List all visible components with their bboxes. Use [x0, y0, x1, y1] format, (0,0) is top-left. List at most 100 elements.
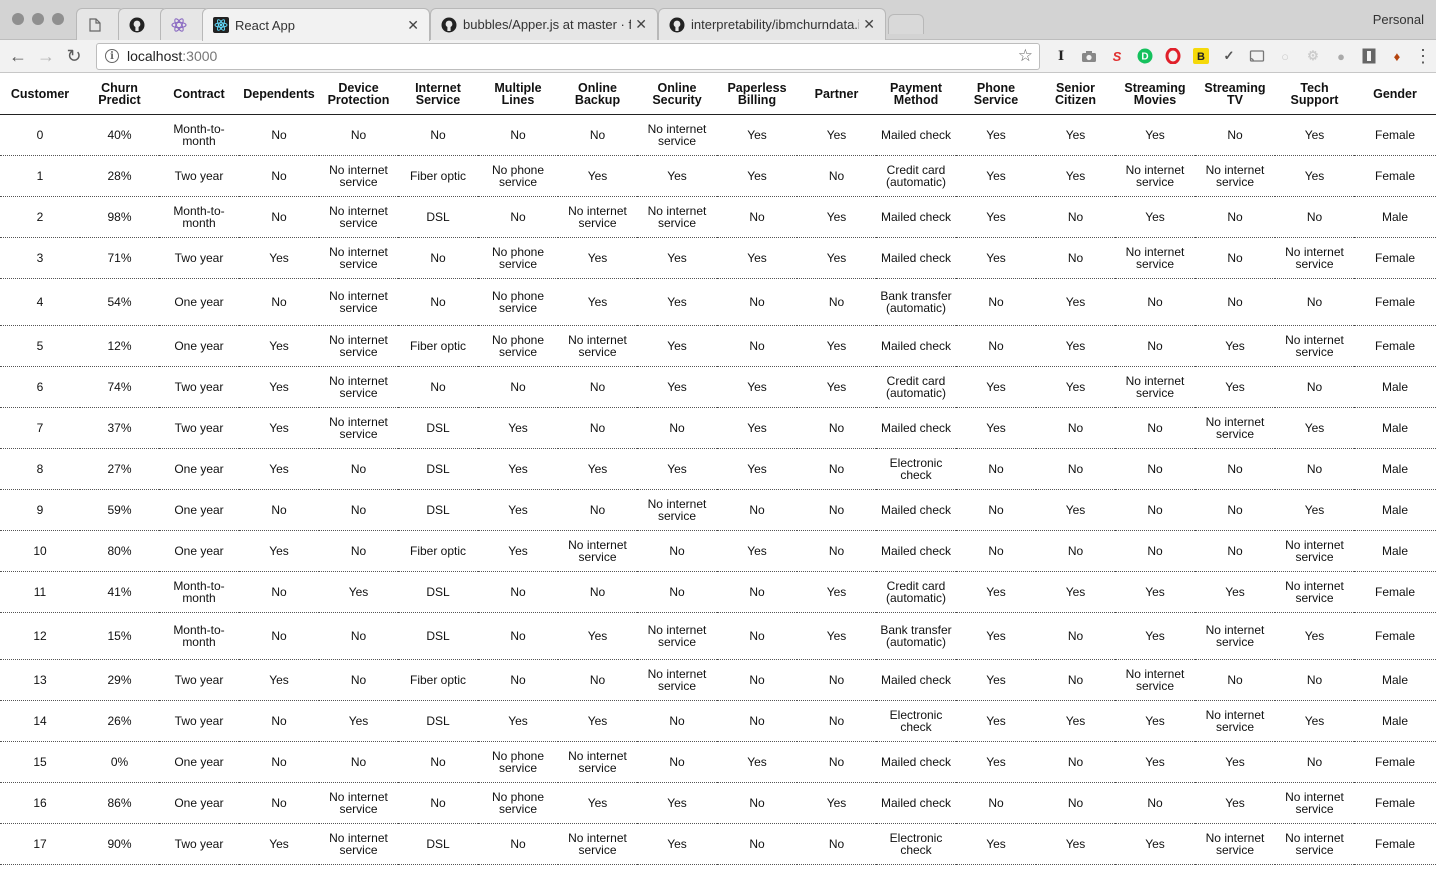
table-cell: 80%: [80, 530, 159, 572]
tab-interpretability[interactable]: interpretability/ibmchurndata.i ✕: [658, 8, 886, 40]
table-cell: Fiber optic: [398, 155, 478, 197]
table-row: 1 28% Two year No No internet service Fiber o…: [0, 155, 1436, 197]
table-cell: No: [319, 530, 398, 572]
minimize-window-button[interactable]: [32, 13, 44, 25]
close-tab-icon[interactable]: ✕: [863, 16, 875, 33]
table-cell: Yes: [717, 530, 797, 572]
table-cell: No internet service: [637, 114, 717, 156]
table-cell: No: [1115, 530, 1195, 572]
camera-icon[interactable]: [1078, 45, 1100, 67]
column-header: Streaming Movies: [1115, 74, 1195, 115]
table-cell: No: [956, 278, 1036, 326]
table-cell: No: [558, 659, 637, 701]
table-cell: Yes: [637, 278, 717, 326]
table-cell: No internet service: [319, 155, 398, 197]
table-cell: Yes: [637, 237, 717, 279]
table-cell: Female: [1354, 571, 1436, 613]
table-cell: Yes: [797, 612, 876, 660]
disabled-extension-icon[interactable]: ○: [1274, 45, 1296, 67]
table-cell: No internet service: [637, 659, 717, 701]
table-cell: Yes: [956, 114, 1036, 156]
instapaper-icon[interactable]: I: [1050, 45, 1072, 67]
bug-icon[interactable]: ●: [1330, 45, 1352, 67]
back-arrow-icon[interactable]: ←: [6, 44, 30, 68]
maximize-window-button[interactable]: [52, 13, 64, 25]
tab-pinned-page[interactable]: [76, 8, 124, 40]
table-cell: No: [478, 571, 558, 613]
fox-extension-icon[interactable]: ♦: [1386, 45, 1408, 67]
table-cell: No internet service: [637, 612, 717, 660]
table-cell: No: [239, 278, 319, 326]
table-cell: No: [319, 659, 398, 701]
table-cell: Yes: [1115, 571, 1195, 613]
table-cell: Yes: [1275, 155, 1354, 197]
address-bar[interactable]: i localhost:3000 ☆: [96, 42, 1040, 70]
table-cell: No internet service: [1195, 612, 1275, 660]
table-cell: 6: [0, 366, 80, 408]
table-cell: Female: [1354, 155, 1436, 197]
settings-extension-icon[interactable]: ⚙: [1302, 45, 1324, 67]
table-cell: Yes: [956, 659, 1036, 701]
table-cell: No internet service: [558, 196, 637, 238]
table-cell: Yes: [1036, 700, 1115, 742]
close-tab-icon[interactable]: ✕: [407, 17, 419, 34]
opera-icon[interactable]: [1162, 45, 1184, 67]
table-cell: No: [956, 448, 1036, 490]
sidebar-extension-icon[interactable]: [1358, 45, 1380, 67]
s-extension-icon[interactable]: S: [1106, 45, 1128, 67]
grammarly-icon[interactable]: D: [1134, 45, 1156, 67]
table-cell: 28%: [80, 155, 159, 197]
table-cell: Two year: [159, 700, 239, 742]
browser-menu-icon[interactable]: ⋮: [1414, 46, 1432, 67]
new-tab-button[interactable]: [888, 14, 924, 34]
table-cell: 5: [0, 325, 80, 367]
table-cell: No: [1036, 659, 1115, 701]
table-cell: No internet service: [1195, 407, 1275, 449]
table-row: 2 98% Month-to-month No No internet service D…: [0, 196, 1436, 238]
table-cell: No: [717, 489, 797, 531]
table-cell: No: [1195, 196, 1275, 238]
table-cell: Yes: [1036, 489, 1115, 531]
table-cell: Yes: [1275, 407, 1354, 449]
table-cell: Yes: [717, 237, 797, 279]
table-body: 0 40% Month-to-month No No No No No No internet …: [0, 114, 1436, 865]
cast-icon[interactable]: [1246, 45, 1268, 67]
table-cell: No: [637, 407, 717, 449]
table-cell: No: [1036, 782, 1115, 824]
table-cell: One year: [159, 530, 239, 572]
forward-arrow-icon[interactable]: →: [34, 44, 58, 68]
table-cell: No: [1275, 278, 1354, 326]
bookmark-star-icon[interactable]: ☆: [1018, 46, 1033, 66]
table-cell: Two year: [159, 407, 239, 449]
table-cell: No: [1115, 489, 1195, 531]
url-text[interactable]: localhost:3000: [127, 48, 1018, 64]
table-row: 5 12% One year Yes No internet service Fiber …: [0, 325, 1436, 367]
table-cell: Bank transfer (automatic): [876, 612, 956, 660]
info-icon[interactable]: i: [105, 49, 119, 63]
table-cell: No phone service: [478, 278, 558, 326]
table-cell: No: [1195, 659, 1275, 701]
eyedropper-icon[interactable]: ✓: [1218, 45, 1240, 67]
table-cell: No: [1036, 612, 1115, 660]
table-cell: Yes: [558, 612, 637, 660]
table-cell: Yes: [558, 278, 637, 326]
reload-icon[interactable]: ↻: [62, 44, 86, 68]
tab-react-app[interactable]: React App ✕: [202, 8, 430, 41]
table-cell: No: [398, 741, 478, 783]
profile-label[interactable]: Personal: [1373, 12, 1424, 27]
table-cell: DSL: [398, 823, 478, 865]
close-tab-icon[interactable]: ✕: [635, 16, 647, 33]
table-cell: DSL: [398, 571, 478, 613]
table-cell: No internet service: [1195, 700, 1275, 742]
table-cell: No: [1275, 196, 1354, 238]
table-row: 15 0% One year No No No No phone service No int…: [0, 741, 1436, 783]
b-extension-icon[interactable]: B: [1190, 45, 1212, 67]
column-header: Paperless Billing: [717, 74, 797, 115]
close-window-button[interactable]: [12, 13, 24, 25]
table-cell: No: [717, 325, 797, 367]
tab-bubbles-apper[interactable]: bubbles/Apper.js at master · fa ✕: [430, 8, 658, 40]
table-cell: Yes: [478, 448, 558, 490]
table-cell: Male: [1354, 366, 1436, 408]
page-icon: [87, 17, 103, 33]
table-cell: No: [1036, 196, 1115, 238]
